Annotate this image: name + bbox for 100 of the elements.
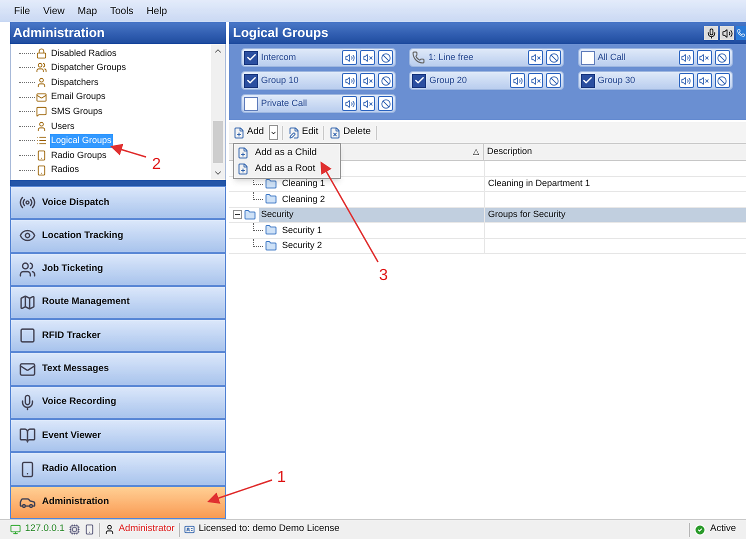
speaker-icon xyxy=(681,76,692,86)
checkbox[interactable] xyxy=(412,74,426,88)
status-text: Active xyxy=(710,522,736,536)
mute-icon xyxy=(362,76,372,86)
microphone-button[interactable] xyxy=(704,26,718,40)
menu-item[interactable]: View xyxy=(43,4,65,18)
scrollbar[interactable] xyxy=(211,44,225,180)
menu-item[interactable]: Help xyxy=(146,4,168,18)
speaker-button[interactable] xyxy=(342,73,357,88)
nav-button[interactable]: Voice Dispatch xyxy=(10,186,226,220)
checkbox[interactable] xyxy=(580,50,595,64)
channel-label: Group 30 xyxy=(598,74,636,87)
group-name[interactable]: Cleaning 2 xyxy=(280,192,484,206)
menu-item[interactable]: File xyxy=(14,4,30,18)
channel-label: Private Call xyxy=(261,96,308,110)
delete-button[interactable]: Delete xyxy=(328,125,372,140)
checkbox[interactable] xyxy=(244,96,258,110)
cancel-button[interactable] xyxy=(714,73,730,88)
cancel-button[interactable] xyxy=(546,50,562,65)
group-name[interactable]: Security 1 xyxy=(280,223,484,238)
dropdown-button[interactable] xyxy=(268,125,278,140)
nav-button[interactable]: Job Ticketing xyxy=(10,252,226,286)
group-name[interactable]: Cleaning 1 xyxy=(280,176,484,191)
tree-item[interactable]: Radio Groups xyxy=(50,148,108,162)
nav-button[interactable]: Route Management xyxy=(10,286,226,320)
panel-title: Logical Groups xyxy=(233,24,328,42)
channel-label: All Call xyxy=(598,50,627,64)
nav-button[interactable]: Event Viewer xyxy=(10,419,226,452)
scrollbar-thumb[interactable] xyxy=(213,121,223,163)
check-icon xyxy=(246,75,256,86)
tree-item[interactable]: Radios xyxy=(50,163,80,177)
menu-item[interactable]: Tools xyxy=(110,4,134,18)
cancel-button[interactable] xyxy=(378,73,393,88)
mute-button[interactable] xyxy=(360,73,375,88)
mute-button[interactable] xyxy=(528,50,544,65)
cancel-button[interactable] xyxy=(378,96,393,111)
column-header[interactable]: Description xyxy=(484,144,746,160)
handset-icon xyxy=(19,460,36,478)
cancel-icon xyxy=(380,98,390,108)
edit-button[interactable]: Edit xyxy=(286,125,320,140)
mute-icon xyxy=(699,52,710,62)
document-icon xyxy=(237,163,249,175)
cancel-button[interactable] xyxy=(546,73,562,88)
cancel-button[interactable] xyxy=(378,50,393,65)
checkbox[interactable] xyxy=(580,74,595,88)
mute-button[interactable] xyxy=(360,50,375,65)
annotation-arrow xyxy=(207,479,272,504)
annotation-number: 1 xyxy=(277,468,286,488)
cancel-button[interactable] xyxy=(714,50,730,65)
folder-icon xyxy=(265,224,277,236)
mute-icon xyxy=(699,76,710,86)
phone-button[interactable] xyxy=(736,26,746,40)
nav-button[interactable]: Location Tracking xyxy=(10,219,226,253)
tree-item[interactable]: Email Groups xyxy=(50,90,107,104)
mute-button[interactable] xyxy=(360,96,375,111)
check-icon xyxy=(694,524,706,536)
ip-address: 127.0.0.1 xyxy=(25,522,65,536)
channel-label: Intercom xyxy=(261,50,298,64)
tree-item[interactable]: Dispatcher Groups xyxy=(50,61,128,75)
mute-button[interactable] xyxy=(696,73,712,88)
group-name[interactable]: Security 2 xyxy=(280,238,484,253)
channel-label: 1: Line free xyxy=(428,50,474,64)
nav-button[interactable]: RFID Tracker xyxy=(10,319,226,352)
add-button[interactable]: Add xyxy=(232,125,265,140)
menu-item[interactable]: Add as a Child xyxy=(234,145,340,161)
mute-button[interactable] xyxy=(528,73,544,88)
speaker-button[interactable] xyxy=(342,50,357,65)
phone-icon xyxy=(737,29,745,37)
tree-item[interactable]: Disabled Radios xyxy=(50,46,118,60)
tree-item[interactable]: Dispatchers xyxy=(50,76,100,90)
checkbox[interactable] xyxy=(244,50,258,64)
envelope-icon xyxy=(19,360,36,378)
mute-button[interactable] xyxy=(696,50,712,65)
speaker-button[interactable] xyxy=(720,26,734,40)
menu-item[interactable]: Map xyxy=(78,4,98,18)
group-name[interactable]: Security xyxy=(259,208,484,222)
check-icon xyxy=(582,75,594,86)
tree-item[interactable]: Users xyxy=(50,120,76,134)
speaker-button[interactable] xyxy=(342,96,357,111)
speaker-button[interactable] xyxy=(510,73,526,88)
nav-button[interactable]: Radio Allocation xyxy=(10,452,226,486)
speaker-button[interactable] xyxy=(678,73,694,88)
sort-icon: △ xyxy=(473,146,479,158)
tree-item[interactable]: SMS Groups xyxy=(50,104,104,118)
speaker-button[interactable] xyxy=(678,50,694,65)
cancel-icon xyxy=(380,76,390,86)
notebook-icon xyxy=(19,427,36,444)
menu-item[interactable]: Add as a Root xyxy=(234,161,340,177)
annotation-number: 2 xyxy=(152,155,161,175)
microphone-icon xyxy=(706,28,716,38)
collapse-toggle[interactable] xyxy=(233,210,242,220)
monitor-icon xyxy=(10,524,21,535)
square-icon xyxy=(19,327,36,344)
cancel-icon xyxy=(717,76,728,86)
nav-button[interactable]: Text Messages xyxy=(10,352,226,386)
nav-button[interactable]: Voice Recording xyxy=(10,386,226,420)
handset-icon xyxy=(36,164,47,176)
nav-button[interactable]: Administration xyxy=(10,486,226,519)
telephone-icon xyxy=(412,51,426,64)
checkbox[interactable] xyxy=(244,74,258,88)
